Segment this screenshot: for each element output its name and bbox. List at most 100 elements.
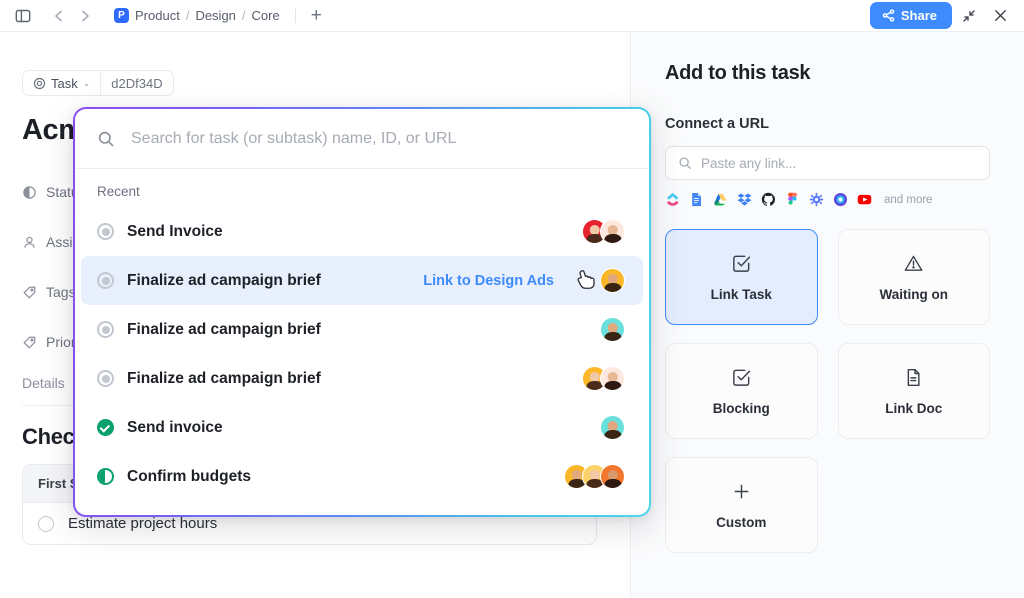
card-label: Blocking: [712, 400, 770, 416]
task-result-row[interactable]: Send invoice: [81, 403, 643, 452]
status-todo-icon[interactable]: [97, 223, 114, 240]
assignee-avatar-group[interactable]: [564, 464, 625, 489]
person-icon: [22, 235, 37, 250]
task-result-name: Finalize ad campaign brief: [127, 271, 321, 289]
share-label: Share: [900, 8, 937, 23]
url-input[interactable]: [701, 155, 977, 171]
card-blocking[interactable]: Blocking: [665, 343, 818, 439]
task-result-row[interactable]: Finalize ad campaign brief: [81, 354, 643, 403]
share-icon: [882, 9, 895, 22]
chevron-down-icon: ⌄: [82, 77, 91, 88]
tag-icon: [22, 285, 37, 300]
titlebar: P Product / Design / Core + Share: [0, 0, 1024, 32]
clickup-icon[interactable]: [665, 192, 680, 207]
panel-left-icon[interactable]: [10, 3, 36, 29]
card-label: Waiting on: [879, 286, 948, 302]
assignee-avatar-group[interactable]: [582, 366, 625, 391]
checkbox-check-icon: [731, 367, 752, 388]
status-done-icon[interactable]: [97, 419, 114, 436]
card-label: Custom: [716, 514, 767, 530]
checkbox-check-icon: [731, 253, 752, 274]
youtube-icon[interactable]: [857, 192, 872, 207]
share-button[interactable]: Share: [869, 2, 952, 29]
task-type-chip[interactable]: Task ⌄: [23, 71, 100, 95]
status-icon: [22, 185, 37, 200]
dropbox-icon[interactable]: [737, 192, 752, 207]
breadcrumb-separator: /: [185, 8, 190, 23]
app-window: P Product / Design / Core + Share Task ⌄…: [0, 0, 1024, 598]
task-result-name: Send invoice: [127, 418, 223, 436]
add-option-grid: Link Task Waiting on Blocking Link Doc C…: [665, 229, 990, 553]
card-waiting-on[interactable]: Waiting on: [837, 229, 990, 325]
task-result-name: Confirm budgets: [127, 467, 251, 485]
pointer-cursor-icon: [577, 267, 599, 296]
connect-url-label: Connect a URL: [665, 116, 769, 132]
assignee-avatar-group[interactable]: [600, 415, 625, 440]
search-icon: [97, 130, 115, 148]
avatar: [600, 415, 625, 440]
avatar: [600, 219, 625, 244]
avatar: [600, 464, 625, 489]
task-result-row[interactable]: Finalize ad campaign brief Link to Design…: [81, 256, 643, 305]
warning-triangle-icon: [903, 253, 924, 274]
collapse-icon[interactable]: [955, 2, 983, 30]
card-custom[interactable]: Custom: [665, 457, 818, 553]
search-input[interactable]: [131, 129, 627, 148]
figma-icon[interactable]: [785, 192, 800, 207]
search-bar[interactable]: [75, 109, 649, 169]
breadcrumb-item-core[interactable]: Core: [252, 8, 280, 23]
link-to-design-ads-button[interactable]: Link to Design Ads: [423, 273, 554, 289]
dropdown-body: Recent Send Invoice Finalize ad campaign …: [75, 109, 649, 515]
breadcrumb-item-design[interactable]: Design: [195, 8, 235, 23]
recent-task-list: Send Invoice Finalize ad campaign brief Li…: [75, 207, 649, 515]
breadcrumb-separator: /: [241, 8, 246, 23]
task-result-name: Finalize ad campaign brief: [127, 320, 321, 338]
field-label-tags: Tags: [46, 284, 76, 300]
plus-icon: [731, 481, 752, 502]
task-result-row[interactable]: Finalize ad campaign brief: [81, 305, 643, 354]
recent-section-label: Recent: [97, 184, 140, 199]
assignee-avatar-group[interactable]: [600, 317, 625, 342]
avatar: [600, 317, 625, 342]
assignee-avatar-group[interactable]: [600, 268, 625, 293]
task-id[interactable]: d2Df34D: [100, 71, 172, 95]
card-link-doc[interactable]: Link Doc: [837, 343, 990, 439]
tag-icon: [22, 335, 37, 350]
task-result-name: Finalize ad campaign brief: [127, 369, 321, 387]
status-todo-icon[interactable]: [97, 370, 114, 387]
target-icon: [33, 77, 46, 90]
card-label: Link Doc: [885, 400, 943, 416]
task-search-dropdown: Recent Send Invoice Finalize ad campaign …: [73, 107, 651, 517]
breadcrumb: P Product / Design / Core +: [114, 6, 322, 25]
gitlab-icon[interactable]: [809, 192, 824, 207]
task-result-row[interactable]: Send Invoice: [81, 207, 643, 256]
status-prog-icon[interactable]: [97, 468, 114, 485]
back-icon[interactable]: [46, 3, 72, 29]
checkbox-icon[interactable]: [38, 515, 54, 532]
forward-icon[interactable]: [72, 3, 98, 29]
url-input-wrapper[interactable]: [665, 146, 990, 180]
search-icon: [678, 156, 692, 170]
integration-icon-row: and more: [665, 192, 990, 207]
panel-title: Add to this task: [665, 62, 811, 84]
chrome-icon[interactable]: [833, 192, 848, 207]
assignee-avatar-group[interactable]: [582, 219, 625, 244]
google-docs-icon[interactable]: [689, 192, 704, 207]
status-todo-icon[interactable]: [97, 321, 114, 338]
titlebar-actions: Share: [869, 2, 1014, 30]
add-to-task-panel: Add to this task Connect a URL Paste any…: [630, 32, 1024, 598]
new-tab-button[interactable]: +: [311, 6, 322, 25]
task-type-label: Task: [51, 75, 78, 91]
and-more-label[interactable]: and more: [884, 194, 933, 206]
close-icon[interactable]: [986, 2, 1014, 30]
status-todo-icon[interactable]: [97, 272, 114, 289]
github-icon[interactable]: [761, 192, 776, 207]
avatar: [600, 268, 625, 293]
workspace-logo: P: [114, 8, 129, 23]
task-result-row[interactable]: Confirm budgets: [81, 452, 643, 501]
breadcrumb-item-product[interactable]: Product: [135, 8, 180, 23]
google-drive-icon[interactable]: [713, 192, 728, 207]
divider: [294, 8, 296, 23]
card-link-task[interactable]: Link Task: [665, 229, 818, 325]
document-icon: [903, 367, 924, 388]
